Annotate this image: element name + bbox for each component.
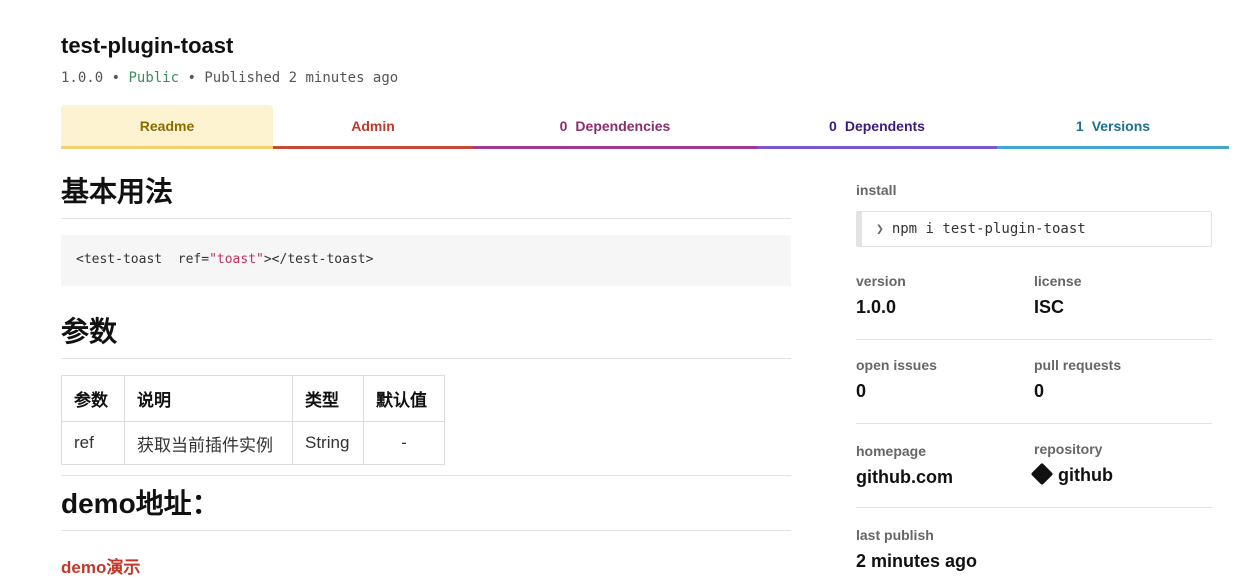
package-title: test-plugin-toast: [61, 33, 234, 58]
demo-link[interactable]: demo演示: [61, 553, 791, 578]
tab-dependents[interactable]: 0 Dependents: [757, 105, 997, 149]
tab-dependents-count: 0: [829, 117, 837, 134]
tab-versions-count: 1: [1075, 117, 1084, 134]
section-heading-params: 参数: [61, 310, 791, 359]
tab-versions-label: Versions: [1091, 117, 1151, 134]
last-publish-value: 2 minutes ago: [856, 551, 978, 571]
pull-requests-value[interactable]: 0: [1034, 381, 1212, 402]
license-value: ISC: [1034, 297, 1065, 317]
license-label: license: [1034, 273, 1082, 289]
table-header: 类型: [292, 375, 364, 422]
homepage-cell: homepage github.com: [856, 424, 1034, 507]
meta-separator: •: [187, 70, 196, 86]
open-issues-label: open issues: [856, 357, 937, 373]
published-time: Published 2 minutes ago: [204, 70, 399, 86]
tab-dependents-label: Dependents: [844, 117, 925, 134]
package-tabs: Readme Admin 0 Dependencies 0 Dependents…: [61, 105, 1229, 149]
git-icon: [1030, 462, 1054, 486]
code-string: "toast": [209, 252, 264, 267]
tab-dependencies[interactable]: 0 Dependencies: [473, 105, 757, 149]
package-sidebar: install ❯ npm i test-plugin-toast versio…: [856, 182, 1212, 572]
table-cell: String: [292, 421, 364, 465]
code-block: <test-toast ref="toast"></test-toast>: [61, 235, 791, 286]
install-command-box[interactable]: ❯ npm i test-plugin-toast: [856, 211, 1212, 247]
last-publish-cell: last publish 2 minutes ago: [856, 508, 1212, 572]
tab-admin[interactable]: Admin: [273, 105, 473, 149]
section-heading-usage: 基本用法: [61, 170, 791, 219]
table-cell: ref: [61, 421, 125, 465]
package-version: 1.0.0: [61, 70, 104, 86]
pull-requests-cell: pull requests 0: [1034, 340, 1212, 423]
tab-versions[interactable]: 1 Versions: [997, 105, 1229, 149]
meta-row-links: homepage github.com repository github: [856, 424, 1212, 508]
package-meta: 1.0.0 • Public • Published 2 minutes ago: [61, 70, 398, 86]
repository-link[interactable]: github: [1030, 462, 1212, 486]
homepage-label: homepage: [856, 443, 927, 459]
table-row: ref 获取当前插件实例 String -: [61, 421, 445, 465]
params-table: 参数 说明 类型 默认值 ref 获取当前插件实例 String -: [61, 375, 445, 465]
tab-readme[interactable]: Readme: [61, 105, 273, 149]
table-header-row: 参数 说明 类型 默认值: [61, 375, 445, 422]
license-cell: license ISC: [1034, 256, 1212, 339]
table-cell: 获取当前插件实例: [124, 421, 293, 465]
install-command: npm i test-plugin-toast: [891, 221, 1086, 237]
visibility-badge: Public: [128, 70, 180, 86]
tab-dependencies-label: Dependencies: [575, 117, 671, 134]
table-header: 参数: [61, 375, 125, 422]
table-cell: -: [363, 421, 445, 465]
terminal-prompt-icon: ❯: [876, 221, 884, 237]
code-tag-open: <test-toast ref=: [76, 252, 210, 267]
version-cell: version 1.0.0: [856, 256, 1034, 339]
readme-content: 基本用法 <test-toast ref="toast"></test-toas…: [61, 170, 791, 578]
last-publish-label: last publish: [856, 527, 934, 543]
table-header: 说明: [124, 375, 293, 422]
table-header: 默认值: [363, 375, 445, 422]
code-tag-close: ></test-toast>: [263, 252, 374, 267]
version-label: version: [856, 273, 906, 289]
open-issues-value[interactable]: 0: [856, 381, 1034, 402]
open-issues-cell: open issues 0: [856, 340, 1034, 423]
section-heading-demo: demo地址：: [61, 475, 791, 531]
homepage-link[interactable]: github.com: [856, 467, 1034, 488]
tab-admin-label: Admin: [351, 117, 395, 134]
tab-readme-label: Readme: [139, 117, 195, 134]
pull-requests-label: pull requests: [1034, 357, 1122, 373]
meta-row-issues-prs: open issues 0 pull requests 0: [856, 340, 1212, 424]
meta-row-version-license: version 1.0.0 license ISC: [856, 256, 1212, 340]
meta-separator: •: [111, 70, 121, 86]
version-value: 1.0.0: [856, 297, 897, 317]
tab-dependencies-count: 0: [559, 117, 568, 134]
repository-label: repository: [1034, 441, 1103, 457]
install-label: install: [856, 182, 897, 198]
repository-cell: repository github: [1030, 424, 1212, 507]
repository-link-text: github: [1058, 465, 1113, 485]
